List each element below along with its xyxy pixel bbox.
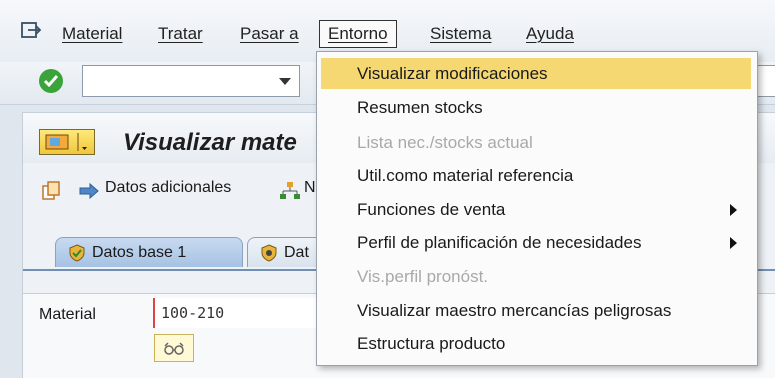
material-label: Material (39, 306, 96, 323)
entorno-dropdown-menu: Visualizar modificaciones Resumen stocks… (316, 51, 758, 366)
organizational-levels-button[interactable]: N (304, 179, 316, 197)
shield-dot-icon (261, 244, 277, 262)
toolbar-field-right[interactable] (757, 65, 775, 97)
menu-pasar-a[interactable]: Pasar a (240, 24, 299, 44)
tab-datos-base-1[interactable]: Datos base 1 (55, 237, 243, 267)
menu-ayuda[interactable]: Ayuda (526, 24, 574, 44)
menu-option-lista-nec-stocks: Lista nec./stocks actual (357, 133, 533, 152)
menu-option-perfil-planificacion[interactable]: Perfil de planificación de necesidades (321, 227, 751, 258)
menu-entorno[interactable]: Entorno (319, 20, 397, 48)
tab-label: Datos base 1 (92, 244, 187, 261)
menu-option-vis-perfil-pronost: Vis.perfil pronóst. (357, 267, 489, 286)
chevron-down-icon[interactable] (279, 78, 291, 85)
menu-material[interactable]: Material (62, 24, 122, 44)
command-field[interactable] (82, 65, 300, 97)
menu-option-label: Funciones de venta (357, 200, 506, 219)
datos-adicionales-button[interactable]: Datos adicionales (105, 179, 231, 197)
shield-check-icon (69, 244, 85, 262)
menu-tratar[interactable]: Tratar (158, 24, 203, 44)
tab-label: Dat (284, 244, 309, 261)
screen-icon (45, 133, 87, 151)
menu-option-funciones-de-venta[interactable]: Funciones de venta (321, 194, 751, 225)
menu-exit-icon[interactable] (20, 21, 42, 41)
glasses-icon (164, 342, 184, 355)
menu-sistema[interactable]: Sistema (430, 24, 491, 44)
checkmark-icon[interactable] (38, 68, 64, 94)
page-title: Visualizar mate (123, 129, 297, 156)
display-menu-icon[interactable] (39, 129, 95, 155)
submenu-arrow-icon (730, 237, 737, 249)
hierarchy-icon (280, 182, 300, 199)
menu-option-label: Perfil de planificación de necesidades (357, 233, 642, 252)
arrow-right-icon (79, 183, 99, 199)
menu-option-util-material-referencia[interactable]: Util.como material referencia (321, 160, 751, 191)
menu-option-estructura-producto[interactable]: Estructura producto (321, 328, 751, 359)
menu-option-visualizar-modificaciones[interactable]: Visualizar modificaciones (321, 58, 751, 89)
submenu-arrow-icon (730, 204, 737, 216)
copy-document-icon[interactable] (41, 181, 61, 201)
menu-option-resumen-stocks[interactable]: Resumen stocks (321, 92, 751, 123)
search-help-button[interactable] (154, 334, 194, 362)
menu-option-visualizar-mercancias-peligrosas[interactable]: Visualizar maestro mercancías peligrosas (321, 295, 751, 326)
